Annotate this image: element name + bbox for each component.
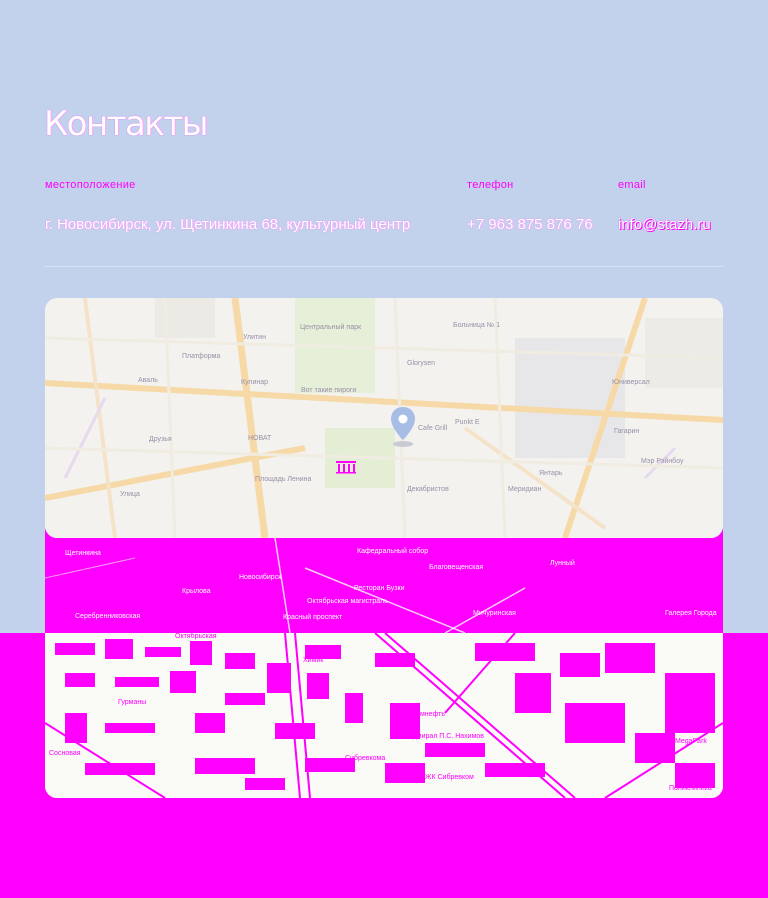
map-roads [45, 298, 723, 538]
map-label: MegaPark [675, 738, 707, 745]
map-label: Щетинкина [65, 550, 101, 557]
map-label: Glorysen [407, 360, 436, 367]
map-pin-icon[interactable] [390, 406, 416, 448]
map-label: Друзья [149, 436, 172, 443]
map-label: Серебренниковская [75, 613, 141, 620]
map-label: Гагарин [614, 428, 640, 435]
divider [44, 266, 723, 267]
map-label: Красный проспект [283, 614, 343, 621]
map-label: ЖК Сибревком [425, 774, 474, 781]
email-label: email [618, 179, 646, 191]
page-title: Контакты [44, 104, 209, 144]
map-label: Больница № 1 [453, 322, 501, 329]
map-label: Сибревкома [345, 755, 386, 762]
map-label: Cafe Grill [418, 425, 448, 432]
map-label: Платформа [182, 353, 221, 360]
map-label: Punkt E [455, 419, 480, 426]
map-label: Меридиан [508, 486, 542, 493]
theatre-icon [336, 461, 356, 474]
address-label: местоположение [45, 179, 136, 191]
map-label: Юниверсал [612, 379, 650, 386]
map-label: Янтарь [539, 470, 563, 477]
map-label: Кафедральный собор [357, 548, 429, 555]
map-label: Лукойл [488, 765, 512, 772]
map-label: Кулинар [241, 379, 269, 386]
phone-link[interactable]: +7 963 875 876 76 [467, 216, 593, 233]
map-viewport[interactable]: Центральный парк Больница № 1 Улитин Пла… [45, 298, 723, 538]
phone-label: телефон [467, 179, 514, 191]
map-label: Площадь Ленина [255, 476, 312, 483]
map-label: Декабристов [407, 486, 449, 493]
map-label: Улитин [243, 334, 266, 341]
map-buildings [45, 632, 723, 798]
map-label: Улица [120, 491, 140, 498]
map-label: Поликлиника [669, 785, 712, 792]
address-value: г. Новосибирск, ул. Щетинкина 68, культу… [45, 216, 411, 233]
map-label: Октябрьская [175, 633, 217, 640]
map-label: Химик [303, 657, 324, 664]
map-label: Центральный парк [300, 324, 362, 331]
map-label: Благовещенская [429, 564, 484, 571]
map-label: Галерея Города [665, 610, 717, 617]
map-widget[interactable]: Центральный парк Больница № 1 Улитин Пла… [45, 298, 723, 798]
map-label: НОВАТ [248, 435, 272, 442]
map-label: Сосновая [49, 750, 81, 757]
map-detail[interactable]: Октябрьская Химик Газпромнефть Адмирал П… [45, 632, 723, 798]
map-label: Вот такие пироги [301, 387, 357, 394]
map-label: Ресторан Бузки [354, 585, 405, 592]
map-label: Крылова [182, 588, 211, 595]
map-label: Гурманы [118, 699, 147, 706]
map-label: Мичуринская [473, 610, 516, 617]
map-label: Газпромнефть [398, 711, 446, 718]
map-label: Адмирал П.С. Нахимов [408, 733, 484, 740]
map-label: Мэр Рэйнбоу [641, 458, 684, 465]
map-label: Лунный [550, 560, 575, 567]
map-label: Аваль [138, 377, 158, 384]
email-link[interactable]: info@stazh.ru [618, 216, 711, 233]
map-label: Октябрьская магистраль [307, 598, 388, 605]
map-label: Новосибирск [239, 574, 282, 581]
map-label: Кранон [197, 726, 221, 733]
